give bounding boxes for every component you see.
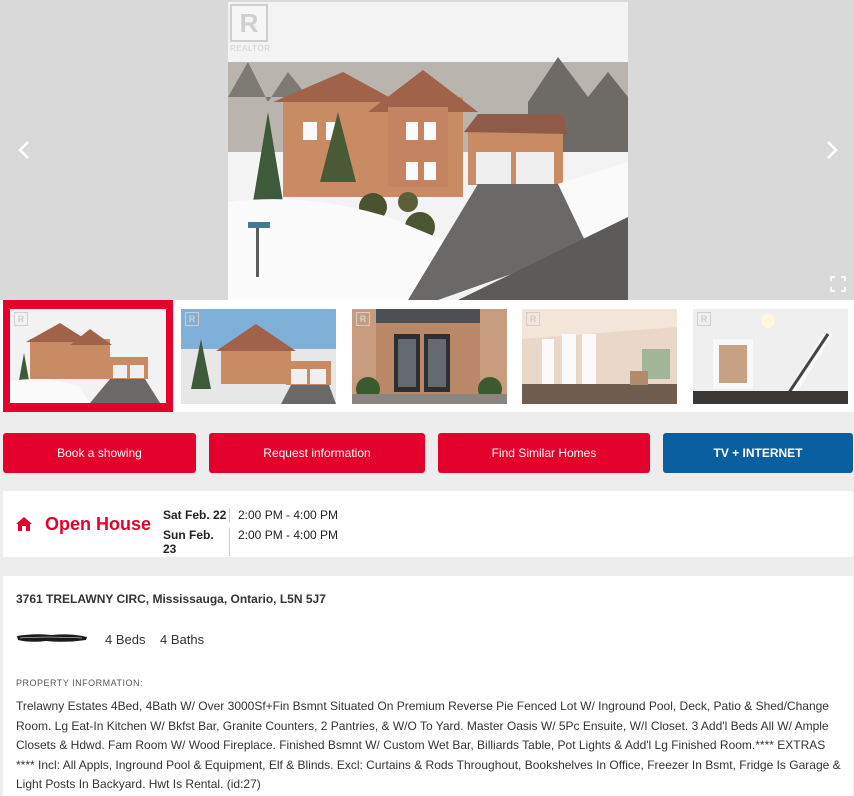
chevron-right-icon[interactable]	[820, 135, 844, 165]
open-house-day: Sat Feb. 22	[163, 508, 230, 522]
realtor-logo: R	[356, 312, 370, 326]
photo-gallery: R REALTOR	[0, 0, 854, 300]
open-house-time: 2:00 PM - 4:00 PM	[238, 528, 339, 542]
tv-internet-button[interactable]: TV + INTERNET	[663, 433, 853, 473]
beds-count: 4 Beds	[105, 632, 146, 647]
open-house-row: Sat Feb. 22 2:00 PM - 4:00 PM	[163, 508, 338, 522]
thumbnail-4[interactable]: R	[522, 309, 677, 404]
thumbnail-1[interactable]: R	[3, 300, 173, 412]
open-house-row: Sun Feb. 23 2:00 PM - 4:00 PM	[163, 528, 338, 556]
realtor-logo: R	[526, 312, 540, 326]
open-house-day: Sun Feb. 23	[163, 528, 230, 556]
price-redaction	[16, 631, 88, 643]
listing-details: 3761 TRELAWNY CIRC, Mississauga, Ontario…	[3, 576, 853, 796]
realtor-logo: R	[185, 312, 199, 326]
chevron-left-icon[interactable]	[12, 135, 36, 165]
main-listing-photo[interactable]: R REALTOR	[228, 2, 628, 300]
find-similar-homes-button[interactable]: Find Similar Homes	[438, 433, 650, 473]
open-house-panel: Open House Sat Feb. 22 2:00 PM - 4:00 PM…	[3, 491, 853, 557]
book-showing-button[interactable]: Book a showing	[3, 433, 196, 473]
thumbnail-5[interactable]: R	[693, 309, 848, 404]
realtor-logo: R	[697, 312, 711, 326]
thumbnail-3[interactable]: R	[352, 309, 507, 404]
open-house-title: Open House	[45, 514, 152, 534]
property-description: Trelawny Estates 4Bed, 4Bath W/ Over 300…	[16, 699, 841, 791]
realtor-logo: R REALTOR	[230, 4, 274, 54]
property-info-label: PROPERTY INFORMATION:	[16, 678, 144, 688]
realtor-logo: R	[14, 312, 28, 326]
thumbnail-2[interactable]: R	[181, 309, 336, 404]
expand-icon[interactable]	[830, 276, 846, 292]
thumbnail-strip: R R R R R	[0, 300, 854, 412]
listing-address: 3761 TRELAWNY CIRC, Mississauga, Ontario…	[16, 592, 326, 606]
request-information-button[interactable]: Request information	[209, 433, 425, 473]
open-house-time: 2:00 PM - 4:00 PM	[238, 508, 339, 522]
home-icon	[15, 516, 33, 532]
baths-count: 4 Baths	[160, 632, 205, 647]
